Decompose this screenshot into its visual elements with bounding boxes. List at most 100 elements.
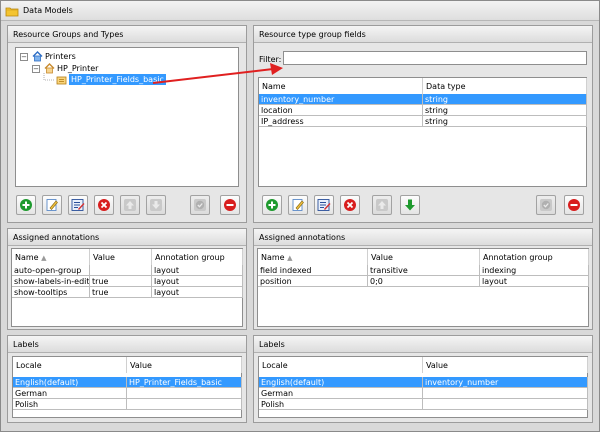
move-up-icon (376, 199, 388, 211)
column-header-annotation-group[interactable]: Annotation group (480, 249, 589, 265)
type-icon (56, 76, 67, 85)
edit-button[interactable] (42, 195, 62, 215)
edit-icon (292, 199, 304, 211)
annotation-group: layout (152, 287, 243, 298)
edit-fields-button[interactable] (68, 195, 88, 215)
table-row[interactable]: show-tooltips true layout (12, 287, 243, 298)
table-row[interactable]: German (13, 388, 242, 399)
table-row[interactable]: auto-open-group layout (12, 265, 243, 276)
column-header-annotation-group[interactable]: Annotation group (152, 249, 243, 265)
annotation-group: layout (152, 265, 243, 276)
delete-icon (98, 199, 110, 211)
label-value (127, 399, 242, 410)
table-row[interactable]: English(default) inventory_number (259, 377, 588, 388)
move-field-down-button[interactable] (400, 195, 420, 215)
move-field-up-button[interactable] (372, 195, 392, 215)
add-field-button[interactable] (262, 195, 282, 215)
table-header: Name ▲ Value Annotation group (258, 249, 589, 265)
tree-node-label: Printers (45, 52, 76, 61)
move-up-icon (124, 199, 136, 211)
delete-field-button[interactable] (340, 195, 360, 215)
annotation-value: transitive (368, 265, 480, 276)
filter-input[interactable] (283, 51, 587, 65)
edit-fields-icon (71, 199, 85, 211)
move-down-icon (405, 199, 415, 211)
table-row[interactable]: IP_address string (259, 116, 587, 127)
column-header-value[interactable]: Value (368, 249, 480, 265)
edit-field-button[interactable] (288, 195, 308, 215)
table-row[interactable]: inventory_number string (259, 94, 587, 105)
move-up-button[interactable] (120, 195, 140, 215)
label-locale: German (259, 388, 423, 399)
check-icon (194, 199, 206, 211)
sort-ascending-icon: ▲ (287, 254, 293, 262)
move-down-button[interactable] (146, 195, 166, 215)
right-annotations-panel: Assigned annotations Name ▲ Value Annota… (253, 228, 593, 330)
resource-type-fields-panel: Resource type group fields Filter: Name … (253, 25, 593, 223)
panel-header: Assigned annotations (8, 229, 246, 246)
table-row[interactable]: field indexed transitive indexing (258, 265, 589, 276)
annotation-name: position (258, 276, 368, 287)
table-row[interactable]: English(default) HP_Printer_Fields_basic (13, 377, 242, 388)
delete-button[interactable] (94, 195, 114, 215)
fields-table[interactable]: Name Data type inventory_number string l… (258, 77, 587, 187)
collapse-icon[interactable]: − (32, 65, 40, 73)
column-header-value[interactable]: Value (423, 357, 588, 373)
table-header: Name Data type (259, 78, 587, 94)
column-header-data-type[interactable]: Data type (423, 78, 587, 94)
label-locale: German (13, 388, 127, 399)
collapse-icon[interactable]: − (20, 53, 28, 61)
resource-groups-panel: Resource Groups and Types − Printers − H… (7, 25, 247, 223)
label-value: inventory_number (423, 377, 588, 388)
field-type: string (423, 105, 587, 116)
field-type: string (423, 94, 587, 105)
label-locale: Polish (13, 399, 127, 410)
column-header-locale[interactable]: Locale (259, 357, 423, 373)
panel-header: Labels (254, 336, 592, 353)
label-value (423, 388, 588, 399)
table-row[interactable]: Polish (259, 399, 588, 410)
column-header-name[interactable]: Name ▲ (258, 249, 368, 265)
column-header-name[interactable]: Name ▲ (12, 249, 90, 265)
edit-field-details-button[interactable] (314, 195, 334, 215)
column-header-locale[interactable]: Locale (13, 357, 127, 373)
annotation-name: show-tooltips (12, 287, 90, 298)
window-title: Data Models (23, 6, 73, 15)
tree-connector (43, 73, 54, 81)
delete-icon (344, 199, 356, 211)
table-row[interactable]: location string (259, 105, 587, 116)
annotations-table[interactable]: Name ▲ Value Annotation group auto-open-… (11, 248, 243, 327)
table-row[interactable]: show-labels-in-edit true layout (12, 276, 243, 287)
add-icon (20, 199, 32, 211)
label-locale: English(default) (13, 377, 127, 388)
table-row[interactable]: German (259, 388, 588, 399)
labels-table[interactable]: Locale Value English(default) HP_Printer… (12, 356, 242, 418)
data-models-window: Data Models Resource Groups and Types − … (0, 0, 600, 432)
table-header: Locale Value (259, 357, 588, 373)
label-locale: English(default) (259, 377, 423, 388)
remove-button[interactable] (220, 195, 240, 215)
remove-field-button[interactable] (564, 195, 584, 215)
annotation-value: true (90, 287, 152, 298)
field-name: location (259, 105, 423, 116)
add-button[interactable] (16, 195, 36, 215)
table-header: Locale Value (13, 357, 242, 373)
add-icon (266, 199, 278, 211)
annotation-arrow (152, 63, 283, 84)
annotation-group: layout (480, 276, 589, 287)
table-row[interactable]: position 0;0 layout (258, 276, 589, 287)
check-button[interactable] (190, 195, 210, 215)
sort-ascending-icon: ▲ (41, 254, 47, 262)
labels-table[interactable]: Locale Value English(default) inventory_… (258, 356, 588, 418)
column-header-value[interactable]: Value (90, 249, 152, 265)
column-header-value[interactable]: Value (127, 357, 242, 373)
annotation-value: true (90, 276, 152, 287)
edit-fields-icon (317, 199, 331, 211)
annotation-group: layout (152, 276, 243, 287)
tree-node-label: HP_Printer (57, 64, 99, 73)
table-row[interactable]: Polish (13, 399, 242, 410)
label-value (423, 399, 588, 410)
annotation-name: field indexed (258, 265, 368, 276)
check-field-button[interactable] (536, 195, 556, 215)
annotations-table[interactable]: Name ▲ Value Annotation group field inde… (257, 248, 589, 327)
